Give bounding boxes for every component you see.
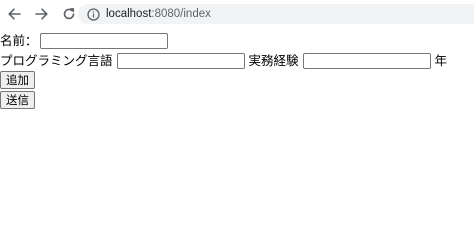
url-host: localhost xyxy=(106,8,152,20)
years-label: 年 xyxy=(434,52,448,68)
name-input[interactable] xyxy=(39,32,168,49)
url-text: localhost:8080/index xyxy=(106,8,211,20)
experience-label: 実務経験 xyxy=(248,52,299,68)
url-path: :8080/index xyxy=(151,8,211,20)
language-input[interactable] xyxy=(116,52,245,69)
forward-arrow-icon[interactable] xyxy=(32,4,52,24)
language-label: プログラミング言語 xyxy=(0,52,113,68)
page-content: 名前： プログラミング言語 実務経験 年 追加 送信 xyxy=(0,31,474,109)
reload-icon[interactable] xyxy=(59,4,79,24)
name-row: 名前： xyxy=(0,31,474,50)
experience-input[interactable] xyxy=(302,52,431,69)
info-icon[interactable] xyxy=(86,7,100,21)
browser-toolbar: localhost:8080/index xyxy=(0,0,474,28)
language-row: プログラミング言語 実務経験 年 xyxy=(0,51,474,70)
name-label: 名前： xyxy=(0,32,38,48)
submit-button[interactable]: 送信 xyxy=(0,90,35,109)
back-arrow-icon[interactable] xyxy=(4,4,24,24)
add-button-row: 追加 xyxy=(0,70,474,89)
submit-button-row: 送信 xyxy=(0,90,474,109)
add-button[interactable]: 追加 xyxy=(0,70,35,89)
address-bar[interactable]: localhost:8080/index xyxy=(78,4,474,24)
